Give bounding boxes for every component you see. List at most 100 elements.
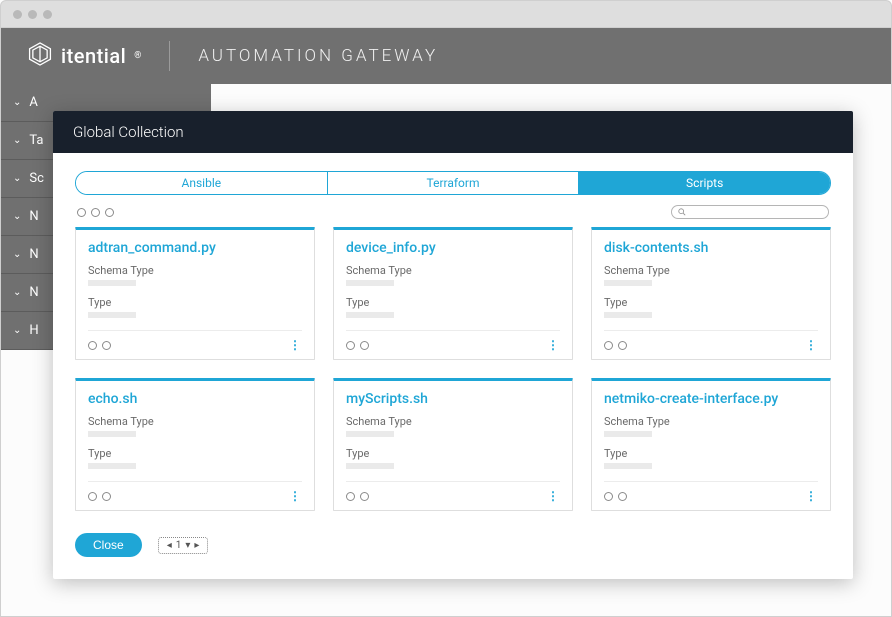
script-card[interactable]: device_info.py Schema Type Type ⋮ bbox=[333, 227, 573, 360]
type-label: Type bbox=[604, 447, 818, 460]
card-action-dots[interactable] bbox=[604, 341, 627, 350]
card-footer: ⋮ bbox=[346, 481, 560, 510]
script-card[interactable]: adtran_command.py Schema Type Type ⋮ bbox=[75, 227, 315, 360]
dot-icon bbox=[618, 492, 627, 501]
card-action-dots[interactable] bbox=[346, 341, 369, 350]
chevron-down-icon: ⌄ bbox=[13, 211, 21, 222]
card-footer: ⋮ bbox=[88, 330, 302, 359]
dot-icon bbox=[360, 492, 369, 501]
chevron-down-icon: ⌄ bbox=[13, 97, 21, 108]
more-vert-icon[interactable]: ⋮ bbox=[289, 338, 302, 352]
more-vert-icon[interactable]: ⋮ bbox=[289, 489, 302, 503]
tab-ansible[interactable]: Ansible bbox=[76, 172, 328, 194]
dot-icon bbox=[346, 492, 355, 501]
chrome-dot bbox=[28, 10, 37, 19]
browser-chrome bbox=[0, 0, 892, 28]
placeholder-bar bbox=[604, 280, 652, 286]
card-footer: ⋮ bbox=[604, 481, 818, 510]
toolbar bbox=[77, 205, 829, 219]
script-card[interactable]: netmiko-create-interface.py Schema Type … bbox=[591, 378, 831, 511]
placeholder-bar bbox=[346, 463, 394, 469]
chrome-dot bbox=[43, 10, 52, 19]
sidebar-item-label: Ta bbox=[29, 133, 43, 148]
search-input[interactable] bbox=[671, 205, 829, 219]
chevron-down-icon: ⌄ bbox=[13, 173, 21, 184]
placeholder-bar bbox=[88, 312, 136, 318]
placeholder-bar bbox=[604, 431, 652, 437]
sidebar-item-label: N bbox=[29, 285, 38, 300]
placeholder-bar bbox=[604, 463, 652, 469]
chevron-down-icon: ⌄ bbox=[13, 325, 21, 336]
card-action-dots[interactable] bbox=[88, 492, 111, 501]
script-card[interactable]: disk-contents.sh Schema Type Type ⋮ bbox=[591, 227, 831, 360]
next-page-icon[interactable]: ▸ bbox=[194, 540, 199, 551]
placeholder-bar bbox=[88, 280, 136, 286]
script-card[interactable]: echo.sh Schema Type Type ⋮ bbox=[75, 378, 315, 511]
card-footer: ⋮ bbox=[604, 330, 818, 359]
dot-icon bbox=[604, 341, 613, 350]
dot-icon bbox=[88, 492, 97, 501]
type-label: Type bbox=[88, 296, 302, 309]
header-divider bbox=[169, 41, 170, 71]
sidebar-item-label: Sc bbox=[29, 171, 44, 186]
toolbar-dot-icon bbox=[91, 208, 100, 217]
card-title: disk-contents.sh bbox=[604, 240, 818, 256]
more-vert-icon[interactable]: ⋮ bbox=[547, 338, 560, 352]
script-card[interactable]: myScripts.sh Schema Type Type ⋮ bbox=[333, 378, 573, 511]
schema-type-label: Schema Type bbox=[604, 264, 818, 277]
card-title: device_info.py bbox=[346, 240, 560, 256]
prev-page-icon[interactable]: ◂ bbox=[167, 540, 172, 551]
page-title: AUTOMATION GATEWAY bbox=[198, 46, 438, 66]
paginator[interactable]: ◂ 1 ▾ ▸ bbox=[158, 537, 209, 554]
dot-icon bbox=[360, 341, 369, 350]
global-collection-modal: Global Collection Ansible Terraform Scri… bbox=[53, 111, 853, 579]
page-number: 1 bbox=[176, 540, 182, 551]
dot-icon bbox=[102, 341, 111, 350]
placeholder-bar bbox=[346, 431, 394, 437]
page-caret-icon[interactable]: ▾ bbox=[185, 540, 190, 551]
card-title: netmiko-create-interface.py bbox=[604, 391, 818, 407]
search-icon bbox=[678, 208, 686, 216]
close-button[interactable]: Close bbox=[75, 533, 142, 557]
tab-terraform[interactable]: Terraform bbox=[328, 172, 580, 194]
card-title: echo.sh bbox=[88, 391, 302, 407]
card-action-dots[interactable] bbox=[346, 492, 369, 501]
card-footer: ⋮ bbox=[88, 481, 302, 510]
type-label: Type bbox=[346, 296, 560, 309]
card-action-dots[interactable] bbox=[604, 492, 627, 501]
brand: itential ® bbox=[27, 41, 141, 71]
type-label: Type bbox=[88, 447, 302, 460]
toolbar-dot-icon bbox=[77, 208, 86, 217]
sidebar-item-label: N bbox=[29, 247, 38, 262]
card-action-dots[interactable] bbox=[88, 341, 111, 350]
toolbar-dots[interactable] bbox=[77, 208, 114, 217]
dot-icon bbox=[102, 492, 111, 501]
brand-name: itential bbox=[61, 44, 126, 68]
schema-type-label: Schema Type bbox=[88, 415, 302, 428]
app-header: itential ® AUTOMATION GATEWAY bbox=[1, 28, 891, 84]
diamond-logo-icon bbox=[27, 41, 53, 71]
card-footer: ⋮ bbox=[346, 330, 560, 359]
chevron-down-icon: ⌄ bbox=[13, 249, 21, 260]
schema-type-label: Schema Type bbox=[346, 264, 560, 277]
chevron-down-icon: ⌄ bbox=[13, 287, 21, 298]
placeholder-bar bbox=[88, 463, 136, 469]
schema-type-label: Schema Type bbox=[604, 415, 818, 428]
tab-scripts[interactable]: Scripts bbox=[579, 172, 830, 194]
sidebar-item-label: H bbox=[29, 323, 38, 338]
modal-title: Global Collection bbox=[53, 111, 853, 153]
more-vert-icon[interactable]: ⋮ bbox=[805, 489, 818, 503]
more-vert-icon[interactable]: ⋮ bbox=[547, 489, 560, 503]
card-title: adtran_command.py bbox=[88, 240, 302, 256]
chrome-dot bbox=[13, 10, 22, 19]
schema-type-label: Schema Type bbox=[346, 415, 560, 428]
placeholder-bar bbox=[88, 431, 136, 437]
more-vert-icon[interactable]: ⋮ bbox=[805, 338, 818, 352]
dot-icon bbox=[88, 341, 97, 350]
modal-footer: Close ◂ 1 ▾ ▸ bbox=[75, 533, 831, 557]
chevron-down-icon: ⌄ bbox=[13, 135, 21, 146]
schema-type-label: Schema Type bbox=[88, 264, 302, 277]
placeholder-bar bbox=[346, 280, 394, 286]
sidebar-item-label: N bbox=[29, 209, 38, 224]
sidebar-item-label: A bbox=[29, 95, 37, 110]
